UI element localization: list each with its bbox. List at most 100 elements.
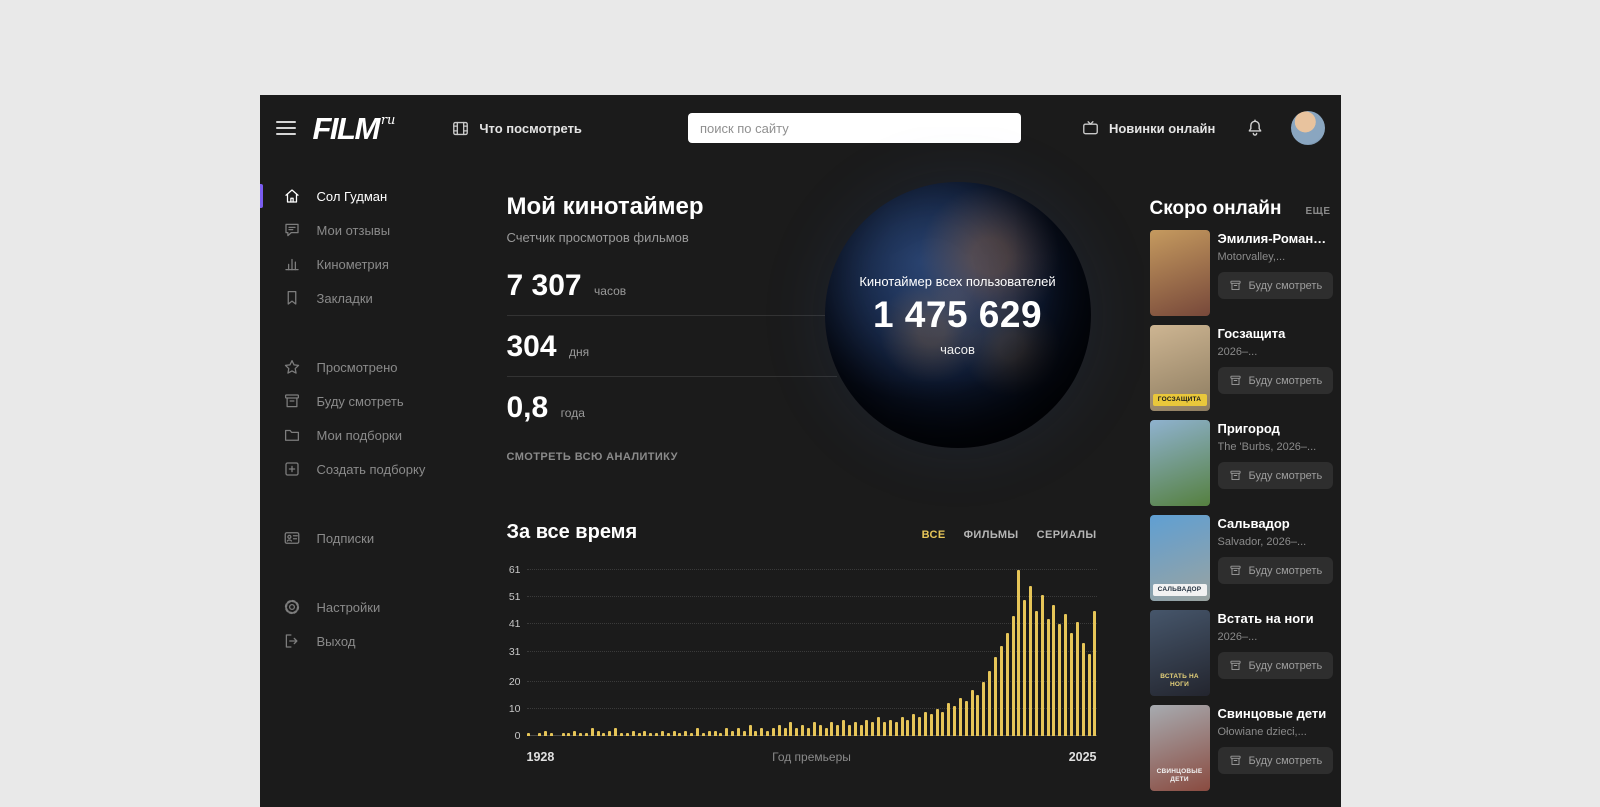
bar-1964 xyxy=(736,727,740,736)
chart-title: За все время xyxy=(506,521,638,543)
y-tick-label: 0 xyxy=(514,730,521,742)
sidebar-item-label: Подписки xyxy=(316,530,375,546)
movie-poster[interactable]: ВСТАТЬ НА НОГИ xyxy=(1149,610,1210,696)
bar-2002 xyxy=(958,697,962,736)
sidebar-item-bookmark[interactable]: Закладки xyxy=(260,281,507,315)
will-watch-button[interactable]: Буду смотреть xyxy=(1217,272,1334,299)
poster-caption: САЛЬВАДОР xyxy=(1152,584,1207,596)
bar-1992 xyxy=(900,716,904,736)
bar-1945 xyxy=(625,733,629,736)
bar-2009 xyxy=(999,646,1003,736)
x-axis-start-year: 1928 xyxy=(526,750,555,764)
logo[interactable]: FILM ru xyxy=(313,113,396,144)
movie-poster[interactable] xyxy=(1149,230,1210,316)
sidebar-item-label: Мои подборки xyxy=(316,427,403,443)
search-input[interactable] xyxy=(687,113,1021,143)
header: FILM ru Что посмотреть Новинки онлайн xyxy=(260,95,1341,161)
bar-2001 xyxy=(953,706,957,736)
bar-1936 xyxy=(573,730,577,736)
card-body: Встать на ноги 2026–... Буду смотреть xyxy=(1210,610,1334,696)
will-watch-label: Буду смотреть xyxy=(1248,279,1323,292)
logo-text: FILM xyxy=(312,110,381,146)
all-time-chart-section: За все время ВСЕ ФИЛЬМЫ СЕРИАЛЫ 0 10 20 31 41 5… xyxy=(507,521,1150,764)
sidebar-item-chart[interactable]: Кинометрия xyxy=(260,247,507,281)
chart-tab-films[interactable]: ФИЛЬМЫ xyxy=(964,529,1019,541)
bell-icon[interactable] xyxy=(1245,118,1265,138)
chart-tab-series[interactable]: СЕРИАЛЫ xyxy=(1037,529,1097,541)
sidebar-item-watchlist[interactable]: Буду смотреть xyxy=(260,384,507,418)
sidebar-item-star[interactable]: Просмотрено xyxy=(260,350,507,384)
bar-1958 xyxy=(701,733,705,736)
movie-title[interactable]: Встать на ноги xyxy=(1218,611,1331,626)
bar-2017 xyxy=(1046,618,1050,736)
bar-2000 xyxy=(947,703,951,736)
bar-2022 xyxy=(1075,621,1079,736)
sidebar-item-folder[interactable]: Мои подборки xyxy=(260,418,507,452)
will-watch-label: Буду смотреть xyxy=(1248,374,1323,387)
y-tick-label: 41 xyxy=(508,618,521,631)
bar-1980 xyxy=(830,722,834,736)
bar-2019 xyxy=(1058,624,1062,736)
bar-1963 xyxy=(731,730,735,736)
rail-header: Скоро онлайн ЕЩЕ xyxy=(1150,198,1331,220)
nav-what-label: Что посмотреть xyxy=(479,120,582,136)
will-watch-button[interactable]: Буду смотреть xyxy=(1217,367,1334,394)
bar-1928 xyxy=(526,733,530,736)
will-watch-button[interactable]: Буду смотреть xyxy=(1217,557,1334,584)
more-link[interactable]: ЕЩЕ xyxy=(1305,206,1330,217)
chart-header: За все время ВСЕ ФИЛЬМЫ СЕРИАЛЫ xyxy=(507,521,1097,544)
sidebar-item-label: Настройки xyxy=(316,599,381,615)
reviews-icon xyxy=(283,221,301,239)
sidebar-item-reviews[interactable]: Мои отзывы xyxy=(260,213,507,247)
movie-poster[interactable]: САЛЬВАДОР xyxy=(1149,515,1210,601)
bar-2011 xyxy=(1011,616,1015,736)
movie-title[interactable]: Сальвадор xyxy=(1218,516,1331,531)
nav-new-label: Новинки онлайн xyxy=(1108,120,1216,136)
bar-1931 xyxy=(544,730,548,736)
settings-icon xyxy=(283,598,301,616)
will-watch-button[interactable]: Буду смотреть xyxy=(1217,747,1334,774)
bar-1969 xyxy=(766,730,770,736)
timer-stats: 7 307 часов 304 дня 0,8 года xyxy=(506,255,837,437)
bar-2014 xyxy=(1029,586,1033,736)
sidebar-item-subscriptions[interactable]: Подписки xyxy=(260,521,507,555)
bar-1979 xyxy=(824,727,828,736)
view-analytics-link[interactable]: СМОТРЕТЬ ВСЮ АНАЛИТИКУ xyxy=(507,451,678,463)
avatar[interactable] xyxy=(1290,111,1325,145)
main-panel: Мой кинотаймер Счетчик просмотров фильмо… xyxy=(506,161,1150,800)
bar-1972 xyxy=(783,727,787,736)
will-watch-button[interactable]: Буду смотреть xyxy=(1217,462,1334,489)
movie-title[interactable]: Госзащита xyxy=(1218,326,1331,341)
chart-tab-all[interactable]: ВСЕ xyxy=(922,529,946,541)
bar-1996 xyxy=(923,711,927,736)
will-watch-label: Буду смотреть xyxy=(1248,659,1323,672)
app-window: FILM ru Что посмотреть Новинки онлайн Со… xyxy=(259,95,1341,807)
nav-what-to-watch[interactable]: Что посмотреть xyxy=(451,119,582,138)
bar-1943 xyxy=(614,727,618,736)
movie-poster[interactable] xyxy=(1149,420,1210,506)
watchlist-icon xyxy=(1229,469,1242,482)
nav-new-online[interactable]: Новинки онлайн xyxy=(1081,119,1215,138)
rail-title: Скоро онлайн xyxy=(1149,198,1282,219)
sidebar-item-home[interactable]: Сол Гудман xyxy=(259,179,507,213)
bar-1989 xyxy=(882,722,886,736)
y-tick-label: 20 xyxy=(508,675,521,688)
will-watch-button[interactable]: Буду смотреть xyxy=(1217,652,1334,679)
sidebar-item-label: Просмотрено xyxy=(316,359,398,375)
logout-icon xyxy=(283,632,301,650)
movie-title[interactable]: Свинцовые дети xyxy=(1218,706,1331,721)
bar-1985 xyxy=(859,725,863,736)
movie-poster[interactable]: СВИНЦОВЫЕ ДЕТИ xyxy=(1149,705,1210,791)
sidebar-item-settings[interactable]: Настройки xyxy=(260,590,507,624)
menu-icon[interactable] xyxy=(275,121,296,135)
bar-1975 xyxy=(801,725,805,736)
sidebar-item-plus[interactable]: Создать подборку xyxy=(260,452,507,486)
sidebar-item-label: Буду смотреть xyxy=(316,393,404,409)
bar-2010 xyxy=(1005,632,1009,736)
movie-title[interactable]: Эмилия-Романья:... xyxy=(1218,231,1331,246)
tv-icon xyxy=(1081,119,1100,138)
globe-unit: часов xyxy=(940,341,975,357)
movie-poster[interactable]: ГОСЗАЩИТА xyxy=(1149,325,1210,411)
sidebar-item-logout[interactable]: Выход xyxy=(260,624,507,658)
movie-title[interactable]: Пригород xyxy=(1218,421,1331,436)
